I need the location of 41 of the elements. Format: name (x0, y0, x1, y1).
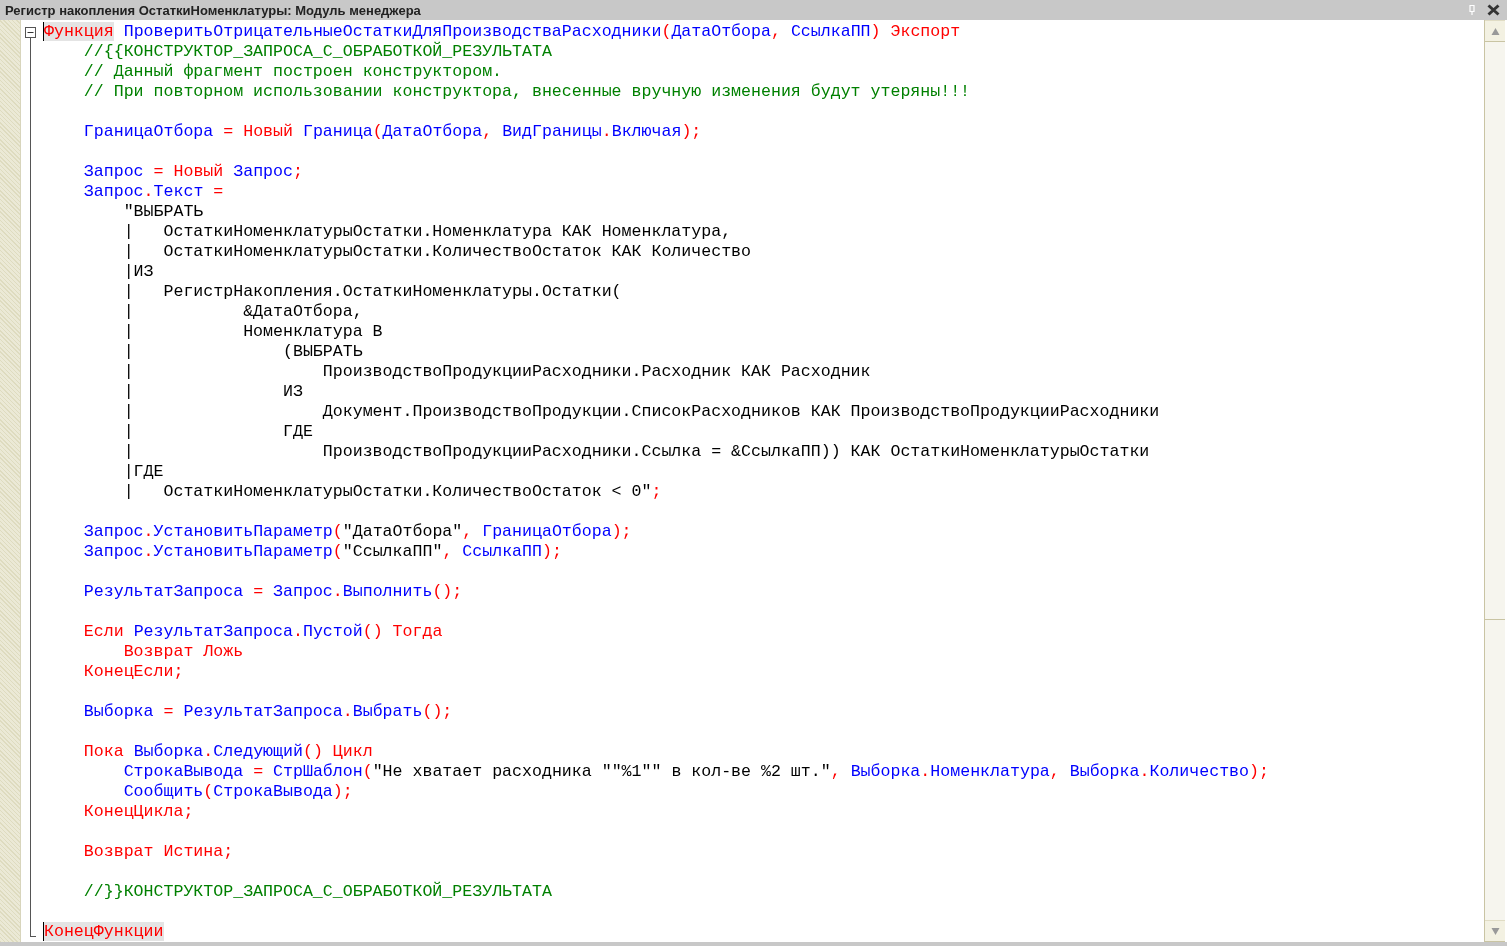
code-line: Возврат Ложь (122, 642, 245, 662)
code-line: | ОстаткиНоменклатурыОстатки.Номенклатура КАК Номенклатура, (122, 222, 733, 242)
pin-icon[interactable] (1469, 5, 1475, 15)
code-line: Функция ПроверитьОтрицательныеОстаткиДляПроизводстваРасходники(ДатаОтбора, СсылкаПП) Экспорт (44, 22, 962, 41)
code-line: | ОстаткиНоменклатурыОстатки.КоличествоОстаток < 0"; (122, 482, 663, 502)
code-line: Возврат Истина; (82, 842, 235, 862)
code-line: РезультатЗапроса = Запрос.Выполнить(); (82, 582, 464, 602)
code-line: | (ВЫБРАТЬ (122, 342, 364, 362)
vertical-scrollbar[interactable] (1484, 20, 1505, 942)
code-line: | Документ.ПроизводствоПродукции.СписокРасходников КАК ПроизводствоПродукцииРасходники (122, 402, 1161, 422)
code-line: Выборка = РезультатЗапроса.Выбрать(); (82, 702, 454, 722)
code-line: | ПроизводствоПродукцииРасходники.Расходник КАК Расходник (122, 362, 872, 382)
code-line: Запрос = Новый Запрос; (82, 162, 304, 182)
code-line: Пока Выборка.Следующий() Цикл (82, 742, 374, 762)
code-line: | ГДЕ (122, 422, 314, 442)
code-line: | &ДатаОтбора, (122, 302, 364, 322)
code-line: КонецЦикла; (82, 802, 195, 822)
code-line: | ОстаткиНоменклатурыОстатки.КоличествоОстаток КАК Количество (122, 242, 752, 262)
close-icon[interactable] (1487, 4, 1500, 16)
code-line: Если РезультатЗапроса.Пустой() Тогда (82, 622, 444, 642)
code-line: Запрос.УстановитьПараметр("ДатаОтбора", ГраницаОтбора); (82, 522, 633, 542)
code-line: Сообщить(СтрокаВывода); (122, 782, 354, 802)
code-line: Запрос.УстановитьПараметр("СсылкаПП", СсылкаПП); (82, 542, 563, 562)
scroll-down-icon[interactable] (1485, 920, 1505, 942)
code-line: Запрос.Текст = (82, 182, 225, 202)
code-line: |ИЗ (122, 262, 155, 282)
code-line: | РегистрНакопления.ОстаткиНоменклатуры.Остатки( (122, 282, 623, 302)
code-line: // Данный фрагмент построен конструктором. (82, 62, 504, 82)
window-title: Регистр накопления ОстаткиНоменклатуры: Модуль менеджера (5, 2, 421, 18)
code-line: // При повторном использовании конструктора, внесенные вручную изменения будут утеряны!!! (82, 82, 972, 102)
code-line: | ПроизводствоПродукцииРасходники.Ссылка = &СсылкаПП)) КАК ОстаткиНоменклатурыОстатки (122, 442, 1151, 462)
code-line: | Номенклатура В (122, 322, 384, 342)
code-line: "ВЫБРАТЬ (122, 202, 205, 222)
code-line: ГраницаОтбора = Новый Граница(ДатаОтбора, ВидГраницы.Включая); (82, 122, 703, 142)
code-line: //}}КОНСТРУКТОР_ЗАПРОСА_С_ОБРАБОТКОЙ_РЕЗУЛЬТАТА (82, 882, 553, 902)
code-line: |ГДЕ (122, 462, 165, 482)
code-line: //{{КОНСТРУКТОР_ЗАПРОСА_С_ОБРАБОТКОЙ_РЕЗУЛЬТАТА (82, 42, 553, 62)
code-line: КонецЕсли; (82, 662, 185, 682)
code-line: СтрокаВывода = СтрШаблон("Не хватает расходника ""%1"" в кол-ве %2 шт.", Выборка.Номенклатура, Выборка.Количество); (122, 762, 1270, 782)
collapse-icon[interactable] (25, 27, 36, 38)
code-line: | ИЗ (122, 382, 304, 402)
